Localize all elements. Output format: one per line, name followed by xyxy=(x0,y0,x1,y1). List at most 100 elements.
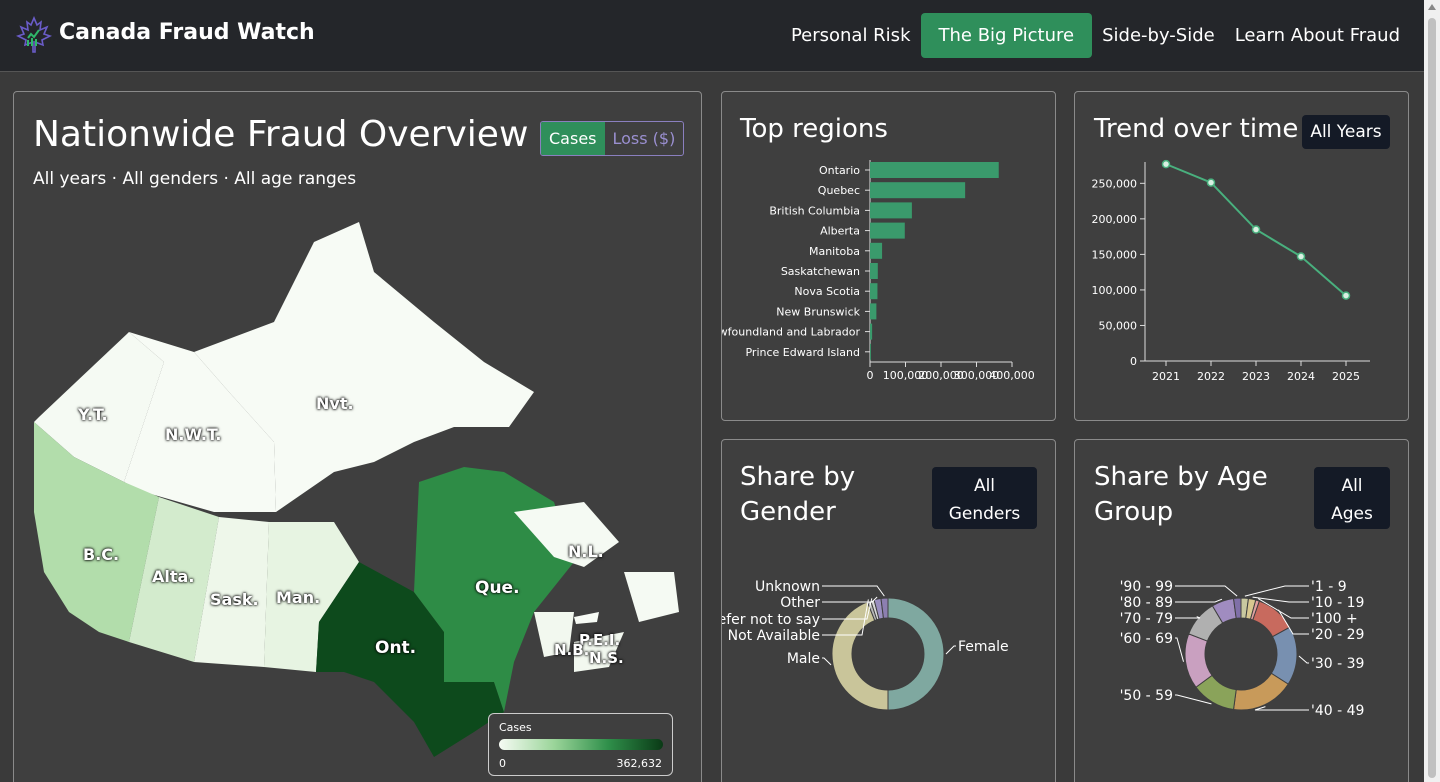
gender-label-0: Female xyxy=(958,639,1009,655)
legend-gradient xyxy=(499,739,663,750)
gender-leader-1 xyxy=(822,657,832,666)
legend-min: 0 xyxy=(499,757,506,770)
scroll-up-icon[interactable] xyxy=(1428,4,1436,10)
bar-7 xyxy=(870,303,877,320)
bar-2 xyxy=(870,202,912,219)
cases-toggle-button[interactable]: Cases xyxy=(541,122,605,155)
age-leader-8 xyxy=(1175,616,1201,619)
trend-xtick-label-2: 2023 xyxy=(1242,370,1270,383)
trend-ytick-label-4: 200,000 xyxy=(1092,213,1138,226)
top-regions-title: Top regions xyxy=(740,114,888,144)
bar-label-1: Quebec xyxy=(818,184,860,197)
age-leader-4 xyxy=(1298,655,1309,664)
bar-label-2: British Columbia xyxy=(769,204,860,217)
gender-label-2: Not Available xyxy=(728,628,820,644)
bar-xtick-label-4: 400,000 xyxy=(989,369,1035,382)
age-label-10: '90 - 99 xyxy=(1120,579,1173,595)
trend-title: Trend over time xyxy=(1094,114,1299,144)
age-label-0: '1 - 9 xyxy=(1311,579,1347,595)
trend-panel: Trend over time All Years 0 50,000 100,000… xyxy=(1074,91,1409,421)
scrollbar-thumb[interactable] xyxy=(1428,18,1436,778)
trend-line-chart: 0 50,000 100,000 150,000 200,000 250,000 2021 2… xyxy=(1092,159,1370,383)
age-label-1: '10 - 19 xyxy=(1311,595,1364,611)
bar-label-8: Newfoundland and Labrador xyxy=(722,326,860,339)
overview-title: Nationwide Fraud Overview xyxy=(33,114,529,155)
bar-8 xyxy=(870,323,873,340)
bar-3 xyxy=(870,222,905,239)
trend-ytick-label-3: 150,000 xyxy=(1092,248,1138,261)
bar-label-9: Prince Edward Island xyxy=(745,346,860,359)
age-title: Share by Age Group xyxy=(1094,460,1268,530)
age-label-8: '70 - 79 xyxy=(1120,611,1173,627)
age-label-5: '40 - 49 xyxy=(1311,703,1364,719)
maple-leaf-logo-icon xyxy=(16,16,52,53)
legend-title: Cases xyxy=(499,721,532,734)
age-donut-chart: '1 - 9'10 - 19'100 +'20 - 29 '30 - 39 '40 … xyxy=(1120,579,1365,719)
age-dropdown-line1: All xyxy=(1341,476,1363,496)
age-dropdown[interactable]: All Ages xyxy=(1314,467,1390,529)
gender-leader-0 xyxy=(945,645,956,655)
bar-label-3: Alberta xyxy=(820,225,860,238)
bar-0 xyxy=(870,162,999,178)
trend-ytick-label-0: 0 xyxy=(1130,355,1137,368)
canada-choropleth-map xyxy=(34,222,679,757)
age-panel: Share by Age Group All Ages '1 - 9'10 - … xyxy=(1074,439,1409,782)
trend-ytick-label-2: 100,000 xyxy=(1092,284,1138,297)
gender-title-line1: Share by xyxy=(740,462,856,492)
nav-personal-risk[interactable]: Personal Risk xyxy=(781,13,921,58)
age-leader-9 xyxy=(1175,598,1223,603)
gender-dropdown-line1: All xyxy=(973,476,996,496)
gender-label-3: Prefer not to say xyxy=(722,612,820,628)
region-ns[interactable] xyxy=(574,632,624,672)
gender-donut-chart: Female Male Not AvailablePrefer not to say… xyxy=(722,579,1009,711)
age-label-9: '80 - 89 xyxy=(1120,595,1173,611)
region-nl-island[interactable] xyxy=(624,572,679,622)
page-scrollbar[interactable] xyxy=(1424,0,1440,782)
region-pei[interactable] xyxy=(574,612,599,624)
age-leader-5 xyxy=(1254,706,1309,711)
region-nb[interactable] xyxy=(534,612,574,657)
gender-dropdown[interactable]: All Genders xyxy=(932,467,1037,529)
trend-xtick-label-3: 2024 xyxy=(1287,370,1315,383)
trend-point-1 xyxy=(1206,178,1216,187)
age-title-line1: Share by Age xyxy=(1094,462,1268,492)
trend-point-2 xyxy=(1251,225,1261,234)
loss-toggle-button[interactable]: Loss ($) xyxy=(605,122,684,155)
trend-ytick-label-1: 50,000 xyxy=(1099,319,1138,332)
nav-learn-about-fraud[interactable]: Learn About Fraud xyxy=(1225,13,1410,58)
bar-5 xyxy=(870,263,878,279)
gender-leader-5 xyxy=(822,585,885,597)
trend-xtick-label-1: 2022 xyxy=(1197,370,1225,383)
age-leader-7 xyxy=(1175,637,1184,662)
age-leader-10 xyxy=(1175,585,1238,597)
metric-toggle: Cases Loss ($) xyxy=(540,121,685,156)
bar-4 xyxy=(870,242,883,259)
gender-title-line2: Gender xyxy=(740,497,836,527)
trend-point-4 xyxy=(1341,291,1351,300)
gender-label-1: Male xyxy=(787,651,820,667)
trend-ytick-label-5: 250,000 xyxy=(1092,177,1138,190)
nav-big-picture[interactable]: The Big Picture xyxy=(920,13,1093,58)
trend-xtick-label-4: 2025 xyxy=(1332,370,1360,383)
top-regions-bar-chart: Ontario Quebec British Columbia Alberta Mani… xyxy=(722,160,1035,382)
bar-6 xyxy=(870,283,878,300)
bar-9 xyxy=(870,343,871,360)
age-label-7: '60 - 69 xyxy=(1120,631,1173,647)
age-label-3: '20 - 29 xyxy=(1311,627,1364,643)
trend-point-3 xyxy=(1296,252,1306,261)
year-dropdown[interactable]: All Years xyxy=(1302,115,1390,149)
gender-dropdown-line2: Genders xyxy=(948,504,1021,524)
bar-label-4: Manitoba xyxy=(809,245,860,258)
age-label-4: '30 - 39 xyxy=(1311,656,1364,672)
bar-label-5: Saskatchewan xyxy=(781,265,860,278)
bar-1 xyxy=(870,182,966,199)
map-legend: Cases 0 362,632 xyxy=(488,713,673,776)
gender-label-5: Unknown xyxy=(755,579,820,595)
nav-side-by-side[interactable]: Side-by-Side xyxy=(1092,13,1225,58)
age-title-line2: Group xyxy=(1094,497,1174,527)
legend-max: 362,632 xyxy=(616,757,663,770)
age-leader-0 xyxy=(1244,585,1309,597)
bar-xtick-label-0: 0 xyxy=(867,369,874,382)
bar-label-0: Ontario xyxy=(819,164,860,177)
trend-point-0 xyxy=(1161,159,1171,169)
